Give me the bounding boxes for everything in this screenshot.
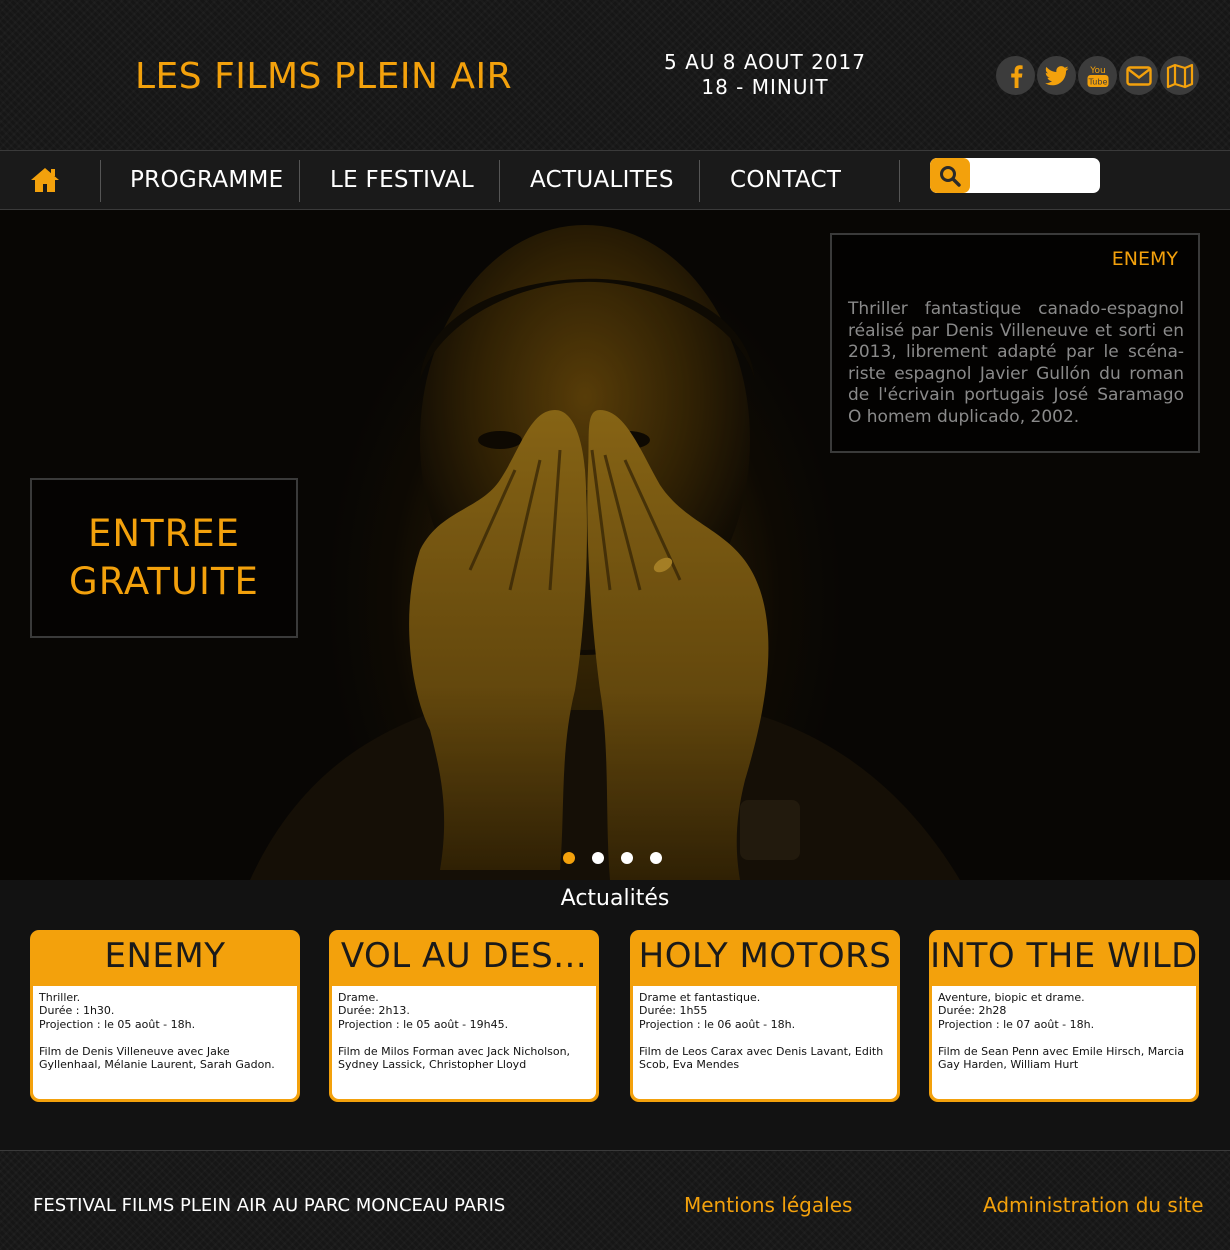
nav-item-contact[interactable]: CONTACT [730,167,841,193]
home-icon[interactable] [29,166,61,196]
facebook-icon[interactable] [996,56,1035,95]
social-links: You Tube [996,56,1199,95]
festival-dates: 5 AU 8 AOUT 2017 18 - MINUIT [640,50,890,100]
news-card[interactable]: VOL AU DES... Drame. Durée: 2h13. Projec… [329,930,599,1102]
card-title: VOL AU DES... [340,936,588,976]
map-icon[interactable] [1160,56,1199,95]
card-duration: Durée : 1h30. [39,1004,115,1018]
slider-dots [563,852,662,864]
card-title: HOLY MOTORS [638,936,892,976]
nav-divider [699,160,700,202]
card-genre: Thriller. [39,991,81,1004]
nav-item-actualites[interactable]: ACTUALITES [530,167,674,193]
youtube-icon[interactable]: You Tube [1078,56,1117,95]
slider-dot[interactable] [563,852,575,864]
card-body: Drame. Durée: 2h13. Projection : le 05 a… [332,986,596,1099]
card-duration: Durée: 2h13. [338,1004,410,1018]
film-title[interactable]: ENEMY [1112,248,1178,270]
envelope-icon[interactable] [1119,56,1158,95]
film-info-box: ENEMY Thriller fantastique canado-espagn… [830,233,1200,453]
card-duration: Durée: 2h28 [938,1004,1007,1018]
nav-item-le-festival[interactable]: LE FESTIVAL [330,167,474,193]
card-body: Drame et fantastique. Durée: 1h55 Projec… [633,986,897,1099]
card-credits: Film de Milos Forman avec Jack Nicholson… [338,1044,571,1072]
card-body: Thriller. Durée : 1h30. Projection : le … [33,986,297,1099]
dates-line: 5 AU 8 AOUT 2017 [663,50,867,74]
hours-line: 18 - MINUIT [701,75,829,99]
search-box [930,158,1100,193]
search-input[interactable] [974,163,1096,189]
nav-divider [100,160,101,202]
legal-notice-link[interactable]: Mentions légales [684,1193,852,1217]
twitter-icon[interactable] [1037,56,1076,95]
free-entry-line1: ENTREE [87,512,241,555]
nav-divider [499,160,500,202]
main-nav: PROGRAMME LE FESTIVAL ACTUALITES CONTACT [0,150,1230,210]
card-projection: Projection : le 05 août - 18h. [39,1017,196,1031]
search-icon[interactable] [930,158,970,193]
hero-slider: ENTREE GRATUITE ENEMY Thriller fantastiq… [0,210,1230,880]
card-duration: Durée: 1h55 [639,1004,708,1018]
card-title: ENEMY [104,936,226,976]
slider-dot[interactable] [592,852,604,864]
card-genre: Drame et fantastique. [639,991,761,1004]
news-heading: Actualités [560,886,670,911]
card-projection: Projection : le 05 août - 19h45. [338,1017,509,1031]
free-entry-box: ENTREE GRATUITE [30,478,298,638]
card-title: INTO THE WILD [930,936,1198,976]
news-card[interactable]: HOLY MOTORS Drame et fantastique. Durée:… [630,930,900,1102]
footer-festival-text: FESTIVAL FILMS PLEIN AIR AU PARC MONCEAU… [33,1195,506,1216]
card-credits: Film de Leos Carax avec Denis Lavant, Ed… [639,1044,884,1072]
film-description: Thriller fantastique canado-espagnol réa… [848,299,1184,427]
free-entry-line2: GRATUITE [69,560,259,603]
card-genre: Aventure, biopic et drame. [938,991,1085,1004]
youtube-icon-text-top: You [1089,66,1106,76]
youtube-icon-text-bottom: Tube [1087,77,1107,86]
site-header: LES FILMS PLEIN AIR 5 AU 8 AOUT 2017 18 … [0,0,1230,150]
admin-link[interactable]: Administration du site [983,1193,1204,1217]
nav-divider [299,160,300,202]
card-body: Aventure, biopic et drame. Durée: 2h28 P… [932,986,1196,1099]
nav-divider [899,160,900,202]
card-projection: Projection : le 07 août - 18h. [938,1017,1095,1031]
card-credits: Film de Sean Penn avec Emile Hirsch, Mar… [938,1044,1185,1072]
slider-dot[interactable] [621,852,633,864]
nav-item-programme[interactable]: PROGRAMME [130,167,283,193]
slider-dot[interactable] [650,852,662,864]
card-genre: Drame. [338,991,379,1004]
card-projection: Projection : le 06 août - 18h. [639,1017,796,1031]
site-title[interactable]: LES FILMS PLEIN AIR [135,56,512,97]
news-card[interactable]: ENEMY Thriller. Durée : 1h30. Projection… [30,930,300,1102]
news-card[interactable]: INTO THE WILD Aventure, biopic et drame.… [929,930,1199,1102]
site-footer: FESTIVAL FILMS PLEIN AIR AU PARC MONCEAU… [0,1150,1230,1250]
card-credits: Film de Denis Villeneuve avec Jake Gylle… [39,1044,275,1072]
